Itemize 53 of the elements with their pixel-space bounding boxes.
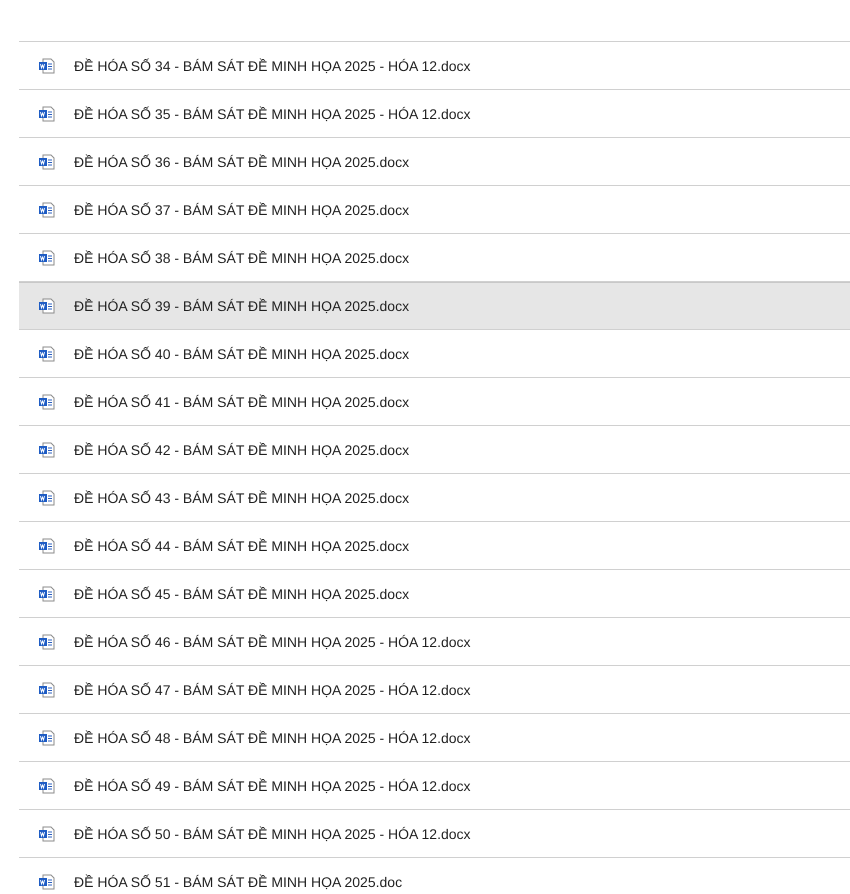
word-document-icon	[38, 634, 55, 650]
file-name: ĐỀ HÓA SỐ 42 - BÁM SÁT ĐỀ MINH HỌA 2025.docx	[74, 442, 410, 458]
file-name: ĐỀ HÓA SỐ 45 - BÁM SÁT ĐỀ MINH HỌA 2025.docx	[74, 586, 410, 602]
file-name: ĐỀ HÓA SỐ 51 - BÁM SÁT ĐỀ MINH HỌA 2025.doc	[74, 874, 402, 890]
file-row[interactable]: ĐỀ HÓA SỐ 37 - BÁM SÁT ĐỀ MINH HỌA 2025.docx	[19, 186, 850, 234]
word-document-icon	[38, 394, 55, 410]
file-name: ĐỀ HÓA SỐ 41 - BÁM SÁT ĐỀ MINH HỌA 2025.docx	[74, 394, 410, 410]
word-document-icon	[38, 154, 55, 170]
file-name: ĐỀ HÓA SỐ 50 - BÁM SÁT ĐỀ MINH HỌA 2025 - HÓA 12.docx	[74, 826, 471, 842]
file-name: ĐỀ HÓA SỐ 48 - BÁM SÁT ĐỀ MINH HỌA 2025 - HÓA 12.docx	[74, 730, 471, 746]
word-document-icon	[38, 298, 55, 314]
file-name: ĐỀ HÓA SỐ 43 - BÁM SÁT ĐỀ MINH HỌA 2025.docx	[74, 490, 410, 506]
file-row[interactable]: ĐỀ HÓA SỐ 34 - BÁM SÁT ĐỀ MINH HỌA 2025 - HÓA 12.docx	[19, 42, 850, 90]
file-row[interactable]: ĐỀ HÓA SỐ 39 - BÁM SÁT ĐỀ MINH HỌA 2025.docx	[19, 282, 850, 330]
word-document-icon	[38, 538, 55, 554]
file-row[interactable]: ĐỀ HÓA SỐ 36 - BÁM SÁT ĐỀ MINH HỌA 2025.docx	[19, 138, 850, 186]
word-document-icon	[38, 778, 55, 794]
file-row[interactable]: ĐỀ HÓA SỐ 47 - BÁM SÁT ĐỀ MINH HỌA 2025 - HÓA 12.docx	[19, 666, 850, 714]
file-name: ĐỀ HÓA SỐ 44 - BÁM SÁT ĐỀ MINH HỌA 2025.docx	[74, 538, 410, 554]
word-document-icon	[38, 106, 55, 122]
word-document-icon	[38, 826, 55, 842]
word-document-icon	[38, 730, 55, 746]
word-document-icon	[38, 874, 55, 890]
file-name: ĐỀ HÓA SỐ 40 - BÁM SÁT ĐỀ MINH HỌA 2025.docx	[74, 346, 410, 362]
file-row[interactable]: ĐỀ HÓA SỐ 48 - BÁM SÁT ĐỀ MINH HỌA 2025 - HÓA 12.docx	[19, 714, 850, 762]
word-document-icon	[38, 202, 55, 218]
file-name: ĐỀ HÓA SỐ 37 - BÁM SÁT ĐỀ MINH HỌA 2025.docx	[74, 202, 410, 218]
file-row[interactable]: ĐỀ HÓA SỐ 49 - BÁM SÁT ĐỀ MINH HỌA 2025 - HÓA 12.docx	[19, 762, 850, 810]
file-name: ĐỀ HÓA SỐ 34 - BÁM SÁT ĐỀ MINH HỌA 2025 - HÓA 12.docx	[74, 58, 471, 74]
file-row[interactable]: ĐỀ HÓA SỐ 35 - BÁM SÁT ĐỀ MINH HỌA 2025 - HÓA 12.docx	[19, 90, 850, 138]
file-row[interactable]: ĐỀ HÓA SỐ 42 - BÁM SÁT ĐỀ MINH HỌA 2025.docx	[19, 426, 850, 474]
file-row[interactable]: ĐỀ HÓA SỐ 46 - BÁM SÁT ĐỀ MINH HỌA 2025 - HÓA 12.docx	[19, 618, 850, 666]
file-row[interactable]: ĐỀ HÓA SỐ 45 - BÁM SÁT ĐỀ MINH HỌA 2025.docx	[19, 570, 850, 618]
word-document-icon	[38, 58, 55, 74]
file-name: ĐỀ HÓA SỐ 35 - BÁM SÁT ĐỀ MINH HỌA 2025 - HÓA 12.docx	[74, 106, 471, 122]
file-row[interactable]: ĐỀ HÓA SỐ 43 - BÁM SÁT ĐỀ MINH HỌA 2025.docx	[19, 474, 850, 522]
file-name: ĐỀ HÓA SỐ 36 - BÁM SÁT ĐỀ MINH HỌA 2025.docx	[74, 154, 410, 170]
file-row[interactable]: ĐỀ HÓA SỐ 50 - BÁM SÁT ĐỀ MINH HỌA 2025 - HÓA 12.docx	[19, 810, 850, 858]
word-document-icon	[38, 250, 55, 266]
file-name: ĐỀ HÓA SỐ 46 - BÁM SÁT ĐỀ MINH HỌA 2025 - HÓA 12.docx	[74, 634, 471, 650]
file-name: ĐỀ HÓA SỐ 38 - BÁM SÁT ĐỀ MINH HỌA 2025.docx	[74, 250, 410, 266]
file-row[interactable]: ĐỀ HÓA SỐ 44 - BÁM SÁT ĐỀ MINH HỌA 2025.docx	[19, 522, 850, 570]
word-document-icon	[38, 346, 55, 362]
file-row[interactable]: ĐỀ HÓA SỐ 41 - BÁM SÁT ĐỀ MINH HỌA 2025.docx	[19, 378, 850, 426]
file-name: ĐỀ HÓA SỐ 39 - BÁM SÁT ĐỀ MINH HỌA 2025.docx	[74, 298, 410, 314]
file-row[interactable]: ĐỀ HÓA SỐ 51 - BÁM SÁT ĐỀ MINH HỌA 2025.doc	[19, 858, 850, 894]
file-row[interactable]: ĐỀ HÓA SỐ 40 - BÁM SÁT ĐỀ MINH HỌA 2025.docx	[19, 330, 850, 378]
file-name: ĐỀ HÓA SỐ 47 - BÁM SÁT ĐỀ MINH HỌA 2025 - HÓA 12.docx	[74, 682, 471, 698]
word-document-icon	[38, 682, 55, 698]
word-document-icon	[38, 490, 55, 506]
word-document-icon	[38, 442, 55, 458]
file-name: ĐỀ HÓA SỐ 49 - BÁM SÁT ĐỀ MINH HỌA 2025 - HÓA 12.docx	[74, 778, 471, 794]
word-document-icon	[38, 586, 55, 602]
